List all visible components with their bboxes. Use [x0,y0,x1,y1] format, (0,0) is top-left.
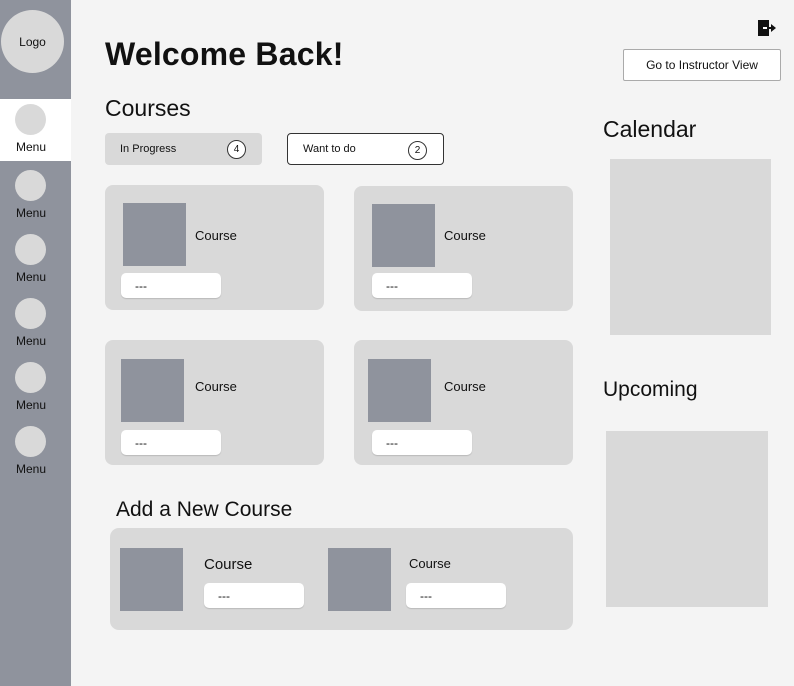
course-title: Course [195,379,237,394]
course-status[interactable]: --- [406,583,506,608]
sidebar-item-label: Menu [15,270,47,284]
course-thumbnail [120,548,183,611]
sidebar-item-1[interactable]: Menu [0,99,71,161]
course-title: Course [409,556,451,571]
sidebar-item-6[interactable]: Menu [0,421,71,483]
sidebar: Logo Menu Menu Menu Menu Menu Menu [0,0,71,686]
logout-icon[interactable] [757,19,777,37]
course-status[interactable]: --- [121,273,221,298]
instructor-view-button[interactable]: Go to Instructor View [623,49,781,81]
course-title: Course [204,556,253,573]
courses-title: Courses [105,95,191,121]
sidebar-item-2[interactable]: Menu [0,165,71,227]
tab-label: In Progress [120,143,177,155]
sidebar-item-label: Menu [15,140,47,154]
count-badge: 4 [227,140,246,159]
count-badge: 2 [408,141,427,160]
course-thumbnail [121,359,184,422]
course-status[interactable]: --- [204,583,304,608]
logo: Logo [1,10,64,73]
sidebar-item-label: Menu [15,206,47,220]
add-course-title: Add a New Course [116,498,293,521]
menu-icon [15,426,46,457]
course-card[interactable]: Course --- [105,340,324,465]
course-thumbnail [368,359,431,422]
course-card[interactable]: Course --- [105,185,324,310]
menu-icon [15,298,46,329]
add-course-panel: Course --- Course --- [110,528,573,630]
sidebar-item-label: Menu [15,462,47,476]
sidebar-item-label: Menu [15,334,47,348]
course-status[interactable]: --- [372,430,472,455]
course-thumbnail [123,203,186,266]
course-title: Course [195,228,237,243]
course-status[interactable]: --- [372,273,472,298]
tab-label: Want to do [303,143,356,155]
menu-icon [15,234,46,265]
menu-icon [15,170,46,201]
tab-in-progress[interactable]: In Progress 4 [105,133,262,165]
course-thumbnail [372,204,435,267]
page-title: Welcome Back! [105,36,344,72]
menu-icon [15,362,46,393]
course-title: Course [444,379,486,394]
course-thumbnail [328,548,391,611]
tab-want-to-do[interactable]: Want to do 2 [287,133,444,165]
menu-icon [15,104,46,135]
calendar-widget[interactable] [610,159,771,335]
course-title: Course [444,228,486,243]
course-status[interactable]: --- [121,430,221,455]
sidebar-item-5[interactable]: Menu [0,357,71,419]
upcoming-title: Upcoming [603,378,698,401]
sidebar-item-label: Menu [15,398,47,412]
upcoming-widget[interactable] [606,431,768,607]
calendar-title: Calendar [603,116,697,142]
sidebar-item-4[interactable]: Menu [0,293,71,355]
course-card[interactable]: Course --- [354,340,573,465]
sidebar-item-3[interactable]: Menu [0,229,71,291]
course-card[interactable]: Course --- [354,186,573,311]
